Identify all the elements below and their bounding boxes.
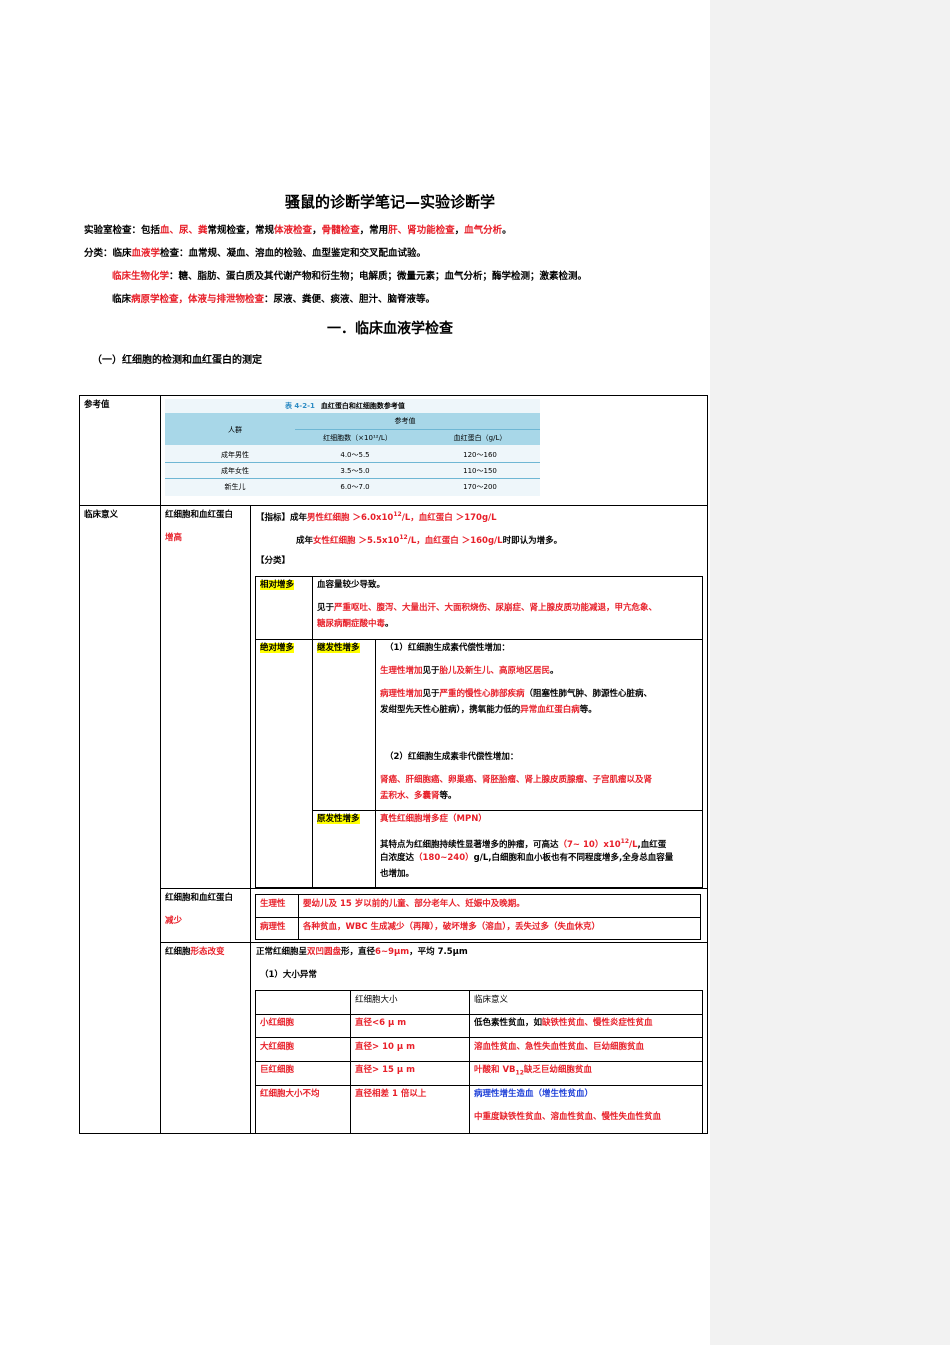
decrease-pathological-label: 病理性 — [260, 922, 286, 932]
pathological-increase-cont: 发绀型先天性心脏病），携氧能力低的异常血红蛋白病等。 — [380, 705, 597, 715]
size-row-significance: 低色素性贫血，如缺铁性贫血、慢性炎症性贫血 — [474, 1018, 653, 1028]
primary-increase-label: 原发性增多 — [317, 814, 360, 824]
pv-description-3: 也增加。 — [380, 869, 415, 879]
relative-increase-causes: 见于严重呕吐、腹泻、大量出汗、大面积烧伤、尿崩症、肾上腺皮质功能减退，甲亢危象、 — [317, 603, 658, 613]
size-abnormal-heading: （1）大小异常 — [260, 970, 317, 980]
pv-description-2: 白浓度达（180~240）g/L,白细胞和血小板也有不同程度增多,全身总血容量 — [380, 853, 674, 863]
document-page: 骚鼠的诊断学笔记—实验诊断学 实验室检查：包括血、尿、粪常规检查，常规体液检查，… — [0, 0, 710, 1345]
size-row-name: 小红细胞 — [260, 1018, 295, 1028]
size-row-size: 直径相差 1 倍以上 — [355, 1089, 427, 1099]
morphology-label: 红细胞形态改变 — [165, 947, 225, 957]
intro-line-4: 临床病原学检查，体液与排泄物检查：尿液、粪便、痰液、胆汁、脑脊液等。 — [112, 294, 436, 305]
size-row-significance: 中重度缺铁性贫血、溶血性贫血、慢性失血性贫血 — [474, 1112, 662, 1122]
subsection-heading: （一）红细胞的检测和血红蛋白的测定 — [92, 355, 262, 366]
relative-increase-causes-cont: 糖尿病酮症酸中毒。 — [317, 619, 394, 629]
relative-increase-cause: 血容量较少导致。 — [317, 580, 386, 590]
normal-rbc-description: 正常红细胞呈双凹圆盘形，直径6~9μm，平均 7.5μm — [256, 947, 468, 957]
relative-increase-label: 相对增多 — [260, 580, 295, 590]
indicator-female: 成年女性红细胞 ＞5.5x1012/L，血红蛋白 ＞160g/L时即认为增多。 — [296, 534, 563, 546]
comment-sidebar — [710, 0, 950, 1345]
secondary-item-1: （1）红细胞生成素代偿性增加： — [385, 643, 510, 653]
intro-line-3: 临床生物化学：糖、脂肪、蛋白质及其代谢产物和衍生物；电解质；微量元素；血气分析；… — [112, 271, 588, 282]
reference-value-table-image: 表 4-2-1 血红蛋白和红细胞数参考值 人群 参考值 红细胞数（×10¹²/L）… — [165, 399, 540, 496]
ref-table-caption: 表 4-2-1 血红蛋白和红细胞数参考值 — [285, 402, 405, 410]
size-table-header-size: 红细胞大小 — [355, 995, 398, 1005]
indicator-male: 【指标】成年男性红细胞 ＞6.0x1012/L，血红蛋白 ＞170g/L — [256, 511, 497, 523]
non-compensatory-causes: 肾癌、肝细胞癌、卵巢癌、肾胚胎瘤、肾上腺皮质腺瘤、子宫肌瘤以及肾 — [380, 775, 653, 785]
non-compensatory-causes-cont: 盂积水、多囊肾等。 — [380, 791, 457, 801]
intro-line-1: 实验室检查：包括血、尿、粪常规检查，常规体液检查，骨髓检查，常用肝、肾功能检查，… — [84, 225, 512, 236]
decrease-physiological-text: 婴幼儿及 15 岁以前的儿童、部分老年人、妊娠中及晚期。 — [303, 899, 525, 909]
size-row-size: 直径> 10 μ m — [355, 1042, 415, 1052]
size-row-size: 直径> 15 μ m — [355, 1065, 415, 1075]
decrease-label-red: 减少 — [165, 916, 183, 926]
decrease-physiological-label: 生理性 — [260, 899, 286, 909]
document-title: 骚鼠的诊断学笔记—实验诊断学 — [284, 193, 495, 211]
section-heading: 一．临床血液学检查 — [327, 321, 453, 337]
secondary-increase-label: 继发性增多 — [317, 643, 360, 653]
size-row-name: 大红细胞 — [260, 1042, 295, 1052]
size-row-name: 红细胞大小不均 — [260, 1089, 320, 1099]
size-table-header-significance: 临床意义 — [474, 995, 509, 1005]
decrease-label: 红细胞和血红蛋白 — [165, 893, 234, 903]
increase-label: 红细胞和血红蛋白 — [165, 510, 234, 520]
row-label-reference: 参考值 — [84, 400, 110, 410]
row-label-clinical: 临床意义 — [84, 510, 119, 520]
decrease-pathological-text: 各种贫血，WBC 生成减少（再障），破坏增多（溶血），丢失过多（失血休克） — [303, 922, 601, 932]
size-row-significance: 叶酸和 VB12缺乏巨幼细胞贫血 — [474, 1065, 592, 1077]
size-row-significance-blue: 病理性增生造血（增生性贫血） — [474, 1089, 594, 1099]
size-row-significance: 溶血性贫血、急性失血性贫血、巨幼细胞贫血 — [474, 1042, 645, 1052]
size-row-size: 直径<6 μ m — [355, 1018, 407, 1028]
pathological-increase: 病理性增加见于严重的慢性心肺部疾病（阻塞性肺气肿、肺源性心脏病、 — [380, 689, 653, 699]
polycythemia-vera: 真性红细胞增多症（MPN） — [380, 814, 487, 824]
increase-label-red: 增高 — [165, 533, 183, 543]
physiological-increase: 生理性增加见于胎儿及新生儿、高原地区居民。 — [380, 666, 559, 676]
intro-line-2: 分类：临床血液学检查：血常规、凝血、溶血的检验、血型鉴定和交叉配血试验。 — [84, 248, 427, 259]
classification-label: 【分类】 — [256, 556, 291, 566]
absolute-increase-label: 绝对增多 — [260, 643, 295, 653]
secondary-item-2: （2）红细胞生成素非代偿性增加： — [385, 752, 519, 762]
size-row-name: 巨红细胞 — [260, 1065, 295, 1075]
